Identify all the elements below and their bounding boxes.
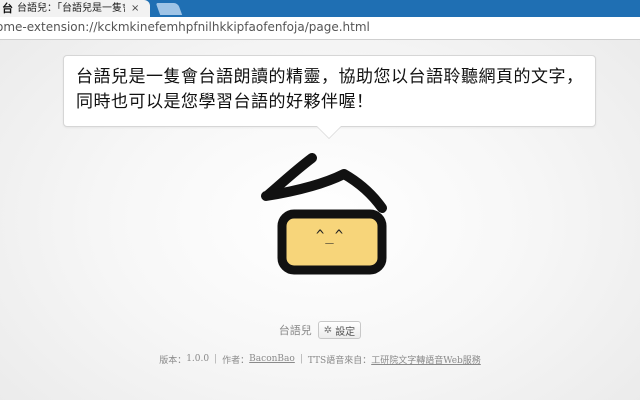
author-label: 作者： xyxy=(222,355,250,366)
settings-label: 設定 xyxy=(335,326,356,338)
divider: | xyxy=(299,354,303,364)
credits-row: 版本： 1.0.0 | 作者： BaconBao | TTS語音來自： 工研院文… xyxy=(0,352,640,366)
app-name: 台語兒 xyxy=(278,324,312,337)
version-label: 版本： xyxy=(159,355,187,366)
tab-strip: 台 台語兒：「台語兒是一隻會台語朗讀的精靈」 × xyxy=(0,0,640,17)
divider: | xyxy=(214,354,218,364)
new-tab-button[interactable] xyxy=(155,3,183,15)
tts-label: TTS語音來自： xyxy=(307,355,372,366)
speech-bubble: 台語兒是一隻會台語朗讀的精靈，協助您以台語聆聽網頁的文字，同時也可以是您學習台語… xyxy=(63,55,596,127)
tab-title: 台語兒：「台語兒是一隻會台語朗讀的精靈」 xyxy=(17,3,125,14)
version-value: 1.0.0 xyxy=(186,354,210,364)
tab-favicon-icon: 台 xyxy=(2,2,13,15)
address-bar[interactable]: ome-extension://kckmkinefemhpfnilhkkipfa… xyxy=(0,17,640,40)
mascot-logo[interactable] xyxy=(258,150,392,276)
app-name-row: 台語兒 ✲ 設定 xyxy=(0,319,640,341)
intro-text: 台語兒是一隻會台語朗讀的精靈，協助您以台語聆聽網頁的文字，同時也可以是您學習台語… xyxy=(76,67,584,112)
url-text[interactable]: ome-extension://kckmkinefemhpfnilhkkipfa… xyxy=(0,20,370,34)
tab-close-icon[interactable]: × xyxy=(131,0,139,17)
browser-tab[interactable]: 台 台語兒：「台語兒是一隻會台語朗讀的精靈」 × xyxy=(0,0,150,17)
settings-button[interactable]: ✲ 設定 xyxy=(317,321,362,339)
gear-icon: ✲ xyxy=(323,324,333,336)
speech-bubble-tail xyxy=(317,126,341,138)
mascot-face: ^_^ xyxy=(315,228,345,244)
author-link[interactable]: BaconBao xyxy=(249,354,295,364)
tts-source-link[interactable]: 工研院文字轉語音Web服務 xyxy=(371,353,481,366)
